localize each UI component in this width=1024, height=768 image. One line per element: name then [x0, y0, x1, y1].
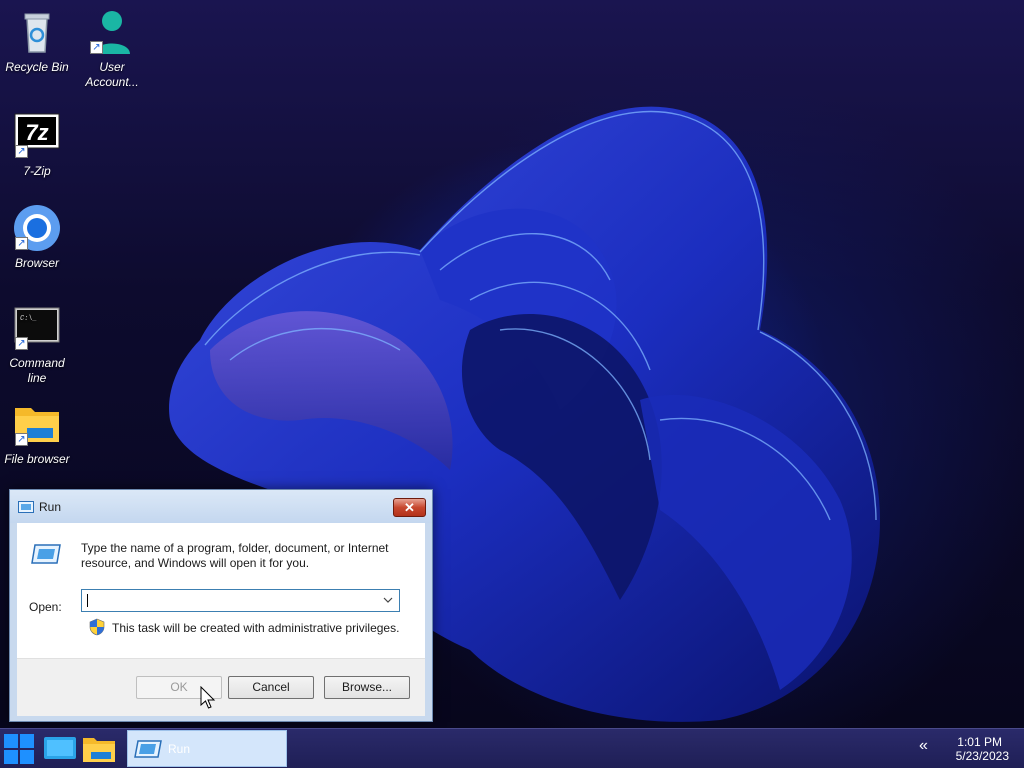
- folder-icon: ↗: [13, 400, 61, 448]
- open-label: Open:: [29, 600, 62, 614]
- clock-time[interactable]: 1:01 PM: [957, 735, 1002, 749]
- close-button[interactable]: ✕: [393, 498, 426, 517]
- dialog-footer: OK Cancel Browse...: [17, 658, 425, 716]
- user-icon: ↗: [88, 8, 136, 56]
- desktop-icon-browser[interactable]: ↗ Browser: [0, 204, 74, 271]
- terminal-icon: C:\_ ↗: [13, 304, 61, 352]
- dialog-titlebar[interactable]: Run ✕: [10, 490, 432, 523]
- shortcut-arrow-icon: ↗: [90, 41, 103, 54]
- recycle-bin-icon: [13, 8, 61, 56]
- desktop-icon-7zip[interactable]: 7z ↗ 7-Zip: [0, 112, 74, 179]
- browser-icon: ↗: [13, 204, 61, 252]
- shortcut-arrow-icon: ↗: [15, 433, 28, 446]
- desktop-icon-label: Command line: [9, 356, 65, 385]
- desktop-icon-file-browser[interactable]: ↗ File browser: [0, 400, 74, 467]
- run-icon: [18, 501, 34, 513]
- chevron-down-icon[interactable]: [380, 593, 396, 608]
- desktop-icon-command-line[interactable]: C:\_ ↗ Command line: [0, 304, 74, 386]
- browse-button[interactable]: Browse...: [324, 676, 410, 699]
- admin-privileges-note: This task will be created with administr…: [112, 621, 400, 635]
- dialog-title: Run: [39, 500, 62, 514]
- run-dialog[interactable]: Run ✕ Type the name of a program, folder…: [9, 489, 433, 722]
- desktop-icon-label: Browser: [14, 256, 59, 270]
- desktop-icon-label: Recycle Bin: [5, 60, 69, 74]
- run-icon: [134, 740, 162, 758]
- taskbar-desktop-icon[interactable]: [42, 734, 78, 764]
- shortcut-arrow-icon: ↗: [15, 337, 28, 350]
- open-input[interactable]: [82, 590, 378, 611]
- start-button[interactable]: [2, 733, 36, 765]
- cancel-button[interactable]: Cancel: [228, 676, 314, 699]
- mouse-cursor-icon: [200, 686, 216, 709]
- desktop-icon-user-accounts[interactable]: ↗ User Account...: [75, 8, 149, 90]
- show-hidden-icons-chevron-icon[interactable]: «: [919, 737, 928, 755]
- 7zip-icon: 7z ↗: [13, 112, 61, 160]
- dialog-description: Type the name of a program, folder, docu…: [81, 541, 389, 570]
- clock-date[interactable]: 5/23/2023: [956, 749, 1009, 763]
- desktop-icon-label: 7-Zip: [23, 164, 51, 178]
- taskbar: Run « 1:01 PM 5/23/2023: [0, 728, 1024, 768]
- run-program-icon: [31, 544, 61, 564]
- taskbar-run-button[interactable]: Run: [127, 730, 287, 767]
- desktop-icon-label: File browser: [4, 452, 70, 466]
- shortcut-arrow-icon: ↗: [15, 145, 28, 158]
- taskbar-run-label: Run: [168, 742, 191, 756]
- dialog-body: Type the name of a program, folder, docu…: [17, 523, 425, 658]
- text-caret: [87, 594, 88, 607]
- taskbar-file-explorer-icon[interactable]: [81, 734, 117, 764]
- shortcut-arrow-icon: ↗: [15, 237, 28, 250]
- svg-text:C:\_: C:\_: [20, 315, 37, 323]
- uac-shield-icon: [89, 618, 105, 636]
- desktop-icon-recycle-bin[interactable]: Recycle Bin: [0, 8, 74, 75]
- svg-text:7z: 7z: [25, 120, 48, 145]
- desktop-icon-label: User Account...: [85, 60, 139, 89]
- open-combobox[interactable]: [81, 589, 400, 612]
